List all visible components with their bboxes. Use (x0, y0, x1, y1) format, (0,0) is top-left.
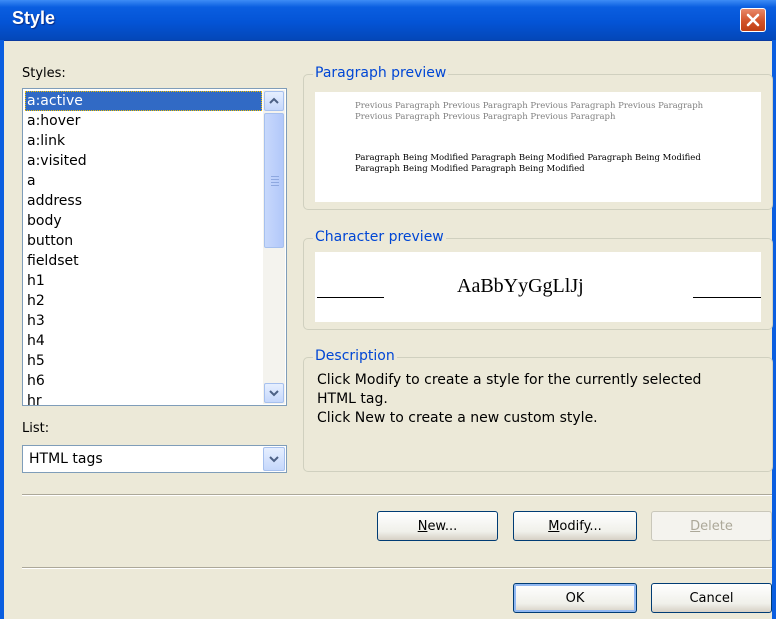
scroll-thumb[interactable] (264, 113, 284, 248)
close-button[interactable] (740, 8, 766, 32)
description-line-1: Click Modify to create a style for the c… (317, 372, 702, 407)
baseline-left (317, 297, 384, 298)
style-list-item[interactable]: fieldset (25, 251, 262, 271)
style-list-item[interactable]: a:link (25, 131, 262, 151)
separator-top (22, 494, 772, 496)
previous-paragraph-text: Previous Paragraph Previous Paragraph Pr… (355, 101, 704, 122)
character-sample: AaBbYyGgLlJj (457, 275, 584, 297)
list-dropdown-value: HTML tags (29, 451, 103, 467)
list-dropdown[interactable]: HTML tags (22, 445, 287, 473)
baseline-right (693, 297, 761, 298)
paragraph-preview-legend: Paragraph preview (313, 65, 449, 81)
delete-button[interactable]: Delete (651, 511, 772, 541)
close-icon (746, 13, 760, 27)
list-dropdown-button[interactable] (263, 447, 285, 471)
description-line-2: Click New to create a new custom style. (317, 410, 598, 426)
separator-bottom (22, 567, 772, 569)
window-border-left (0, 40, 4, 619)
scroll-up-button[interactable] (264, 91, 284, 111)
style-list-item[interactable]: h2 (25, 291, 262, 311)
style-list-item[interactable]: a (25, 171, 262, 191)
styles-listbox[interactable]: a:active a:hover a:link a:visited a address bo… (22, 88, 287, 406)
character-preview-legend: Character preview (313, 229, 446, 245)
style-list-item[interactable]: hr (25, 391, 262, 405)
style-list-item[interactable]: h5 (25, 351, 262, 371)
modify-button[interactable]: Modify... (513, 511, 637, 541)
style-list-item[interactable]: h3 (25, 311, 262, 331)
chevron-up-icon (269, 94, 279, 109)
styles-scrollbar[interactable] (263, 90, 285, 404)
description-legend: Description (313, 348, 397, 364)
style-list-item[interactable]: a:visited (25, 151, 262, 171)
cancel-button[interactable]: Cancel (651, 583, 772, 613)
styles-label: Styles: (22, 66, 66, 81)
list-label: List: (22, 421, 50, 436)
window-title: Style (12, 8, 56, 28)
new-button[interactable]: New... (377, 511, 498, 541)
scroll-down-button[interactable] (264, 383, 284, 403)
style-list-item[interactable]: address (25, 191, 262, 211)
style-list-item[interactable]: body (25, 211, 262, 231)
chevron-down-icon (269, 386, 279, 401)
styles-list[interactable]: a:active a:hover a:link a:visited a address bo… (25, 91, 262, 405)
style-list-item[interactable]: button (25, 231, 262, 251)
style-list-item[interactable]: a:hover (25, 111, 262, 131)
style-list-item[interactable]: h6 (25, 371, 262, 391)
current-paragraph-text: Paragraph Being Modified Paragraph Being… (355, 153, 701, 174)
style-list-item[interactable]: a:active (25, 91, 262, 111)
style-list-item[interactable]: h1 (25, 271, 262, 291)
style-list-item[interactable]: h4 (25, 331, 262, 351)
description-text: Click Modify to create a style for the c… (317, 371, 737, 428)
ok-button[interactable]: OK (513, 583, 637, 613)
chevron-down-icon (269, 452, 279, 467)
title-bar[interactable]: Style (0, 0, 776, 41)
